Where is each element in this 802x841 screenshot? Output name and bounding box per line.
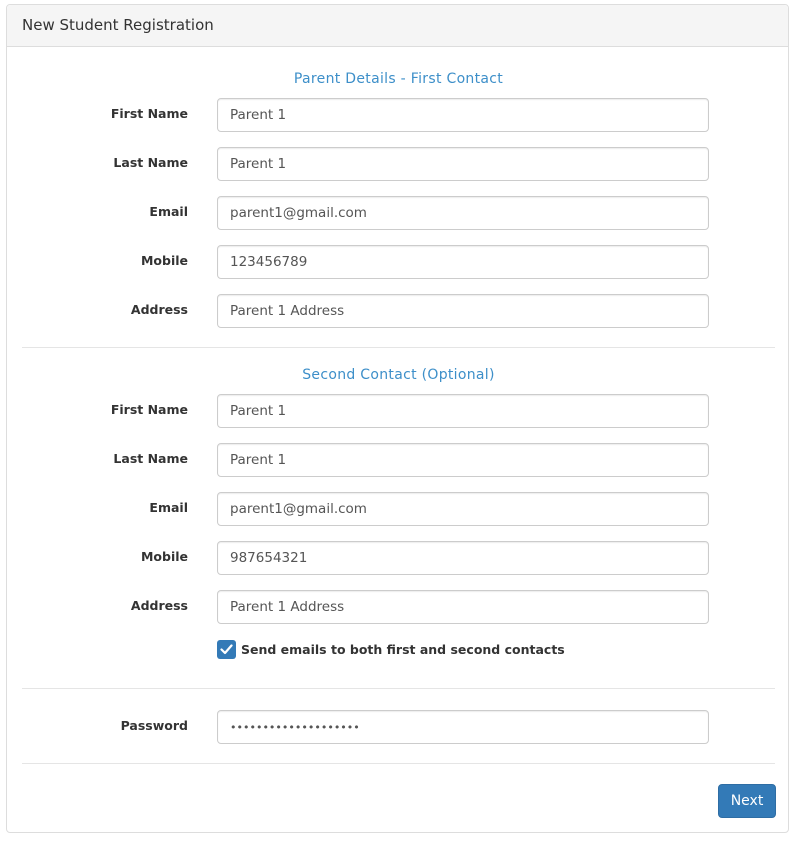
first-contact-address-input[interactable] xyxy=(217,294,709,328)
second-contact-title: Second Contact (Optional) xyxy=(302,367,495,383)
second-contact-last-name-input[interactable] xyxy=(217,443,709,477)
first-contact-mobile-input[interactable] xyxy=(217,245,709,279)
second-contact-email-input[interactable] xyxy=(217,492,709,526)
first-contact-first-name-input[interactable] xyxy=(217,98,709,132)
section-divider xyxy=(22,347,775,348)
send-both-label[interactable]: Send emails to both first and second con… xyxy=(241,642,565,657)
first-contact-email-row: Email xyxy=(7,196,790,230)
mobile-label: Mobile xyxy=(140,253,188,268)
second-contact-address-input[interactable] xyxy=(217,590,709,624)
next-button[interactable]: Next xyxy=(718,784,776,818)
send-both-checkbox-row[interactable]: Send emails to both first and second con… xyxy=(217,639,565,659)
address-label: Address xyxy=(130,302,188,317)
password-label: Password xyxy=(120,718,188,733)
address-label: Address xyxy=(130,598,188,613)
second-contact-email-row: Email xyxy=(7,492,790,526)
first-name-label: First Name xyxy=(110,106,188,121)
second-contact-last-name-row: Last Name xyxy=(7,443,790,477)
panel-title: New Student Registration xyxy=(7,5,788,47)
password-row: Password xyxy=(7,710,790,744)
section-divider xyxy=(22,688,775,689)
email-label: Email xyxy=(149,500,188,515)
first-contact-title: Parent Details - First Contact xyxy=(293,71,504,87)
second-contact-mobile-row: Mobile xyxy=(7,541,790,575)
first-contact-mobile-row: Mobile xyxy=(7,245,790,279)
email-label: Email xyxy=(149,204,188,219)
first-contact-first-name-row: First Name xyxy=(7,98,790,132)
first-name-label: First Name xyxy=(110,402,188,417)
first-contact-last-name-input[interactable] xyxy=(217,147,709,181)
first-contact-email-input[interactable] xyxy=(217,196,709,230)
section-divider xyxy=(22,763,775,764)
second-contact-first-name-input[interactable] xyxy=(217,394,709,428)
password-input[interactable] xyxy=(217,710,709,744)
second-contact-first-name-row: First Name xyxy=(7,394,790,428)
first-contact-last-name-row: Last Name xyxy=(7,147,790,181)
send-both-checkbox[interactable] xyxy=(217,639,236,659)
mobile-label: Mobile xyxy=(140,549,188,564)
last-name-label: Last Name xyxy=(113,451,188,466)
second-contact-mobile-input[interactable] xyxy=(217,541,709,575)
second-contact-address-row: Address xyxy=(7,590,790,624)
last-name-label: Last Name xyxy=(113,155,188,170)
first-contact-address-row: Address xyxy=(7,294,790,328)
registration-panel: New Student Registration Parent Details … xyxy=(6,4,789,833)
checkmark-icon xyxy=(220,643,233,654)
